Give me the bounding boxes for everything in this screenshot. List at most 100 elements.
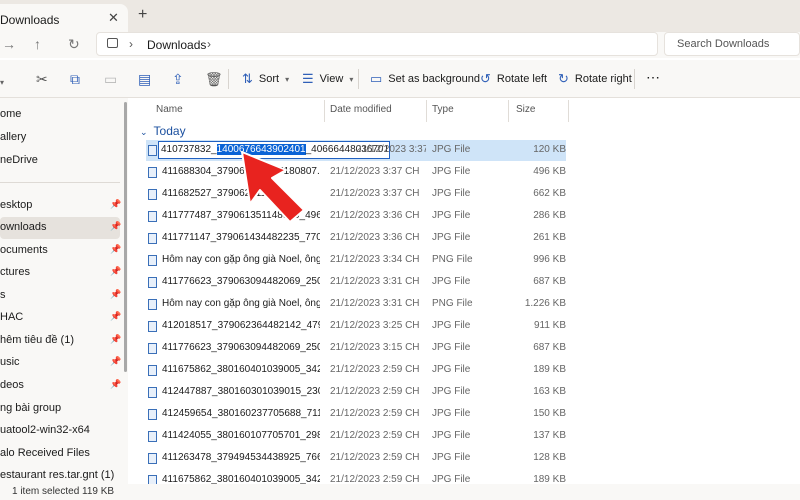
- set-as-background-label: Set as background: [388, 73, 481, 85]
- column-divider[interactable]: [324, 100, 325, 122]
- file-list: Name Date modified Type Size ⌄ Today 4107…: [130, 98, 800, 486]
- sidebar-item-label: s: [0, 289, 6, 301]
- sidebar-item-onedrive[interactable]: neDrive: [0, 150, 120, 172]
- name-cell: 411263478_379494534438925_7668276890...: [162, 452, 320, 463]
- share-icon[interactable]: ⇪: [172, 71, 184, 87]
- column-header-date[interactable]: Date modified: [330, 104, 392, 115]
- table-row[interactable]: 411675862_380160401039005_3427690810... …: [146, 360, 566, 381]
- red-arrow-annotation: [241, 151, 305, 223]
- table-row[interactable]: 412018517_379062364482142_4799702774... …: [146, 316, 566, 337]
- sidebar-item-s[interactable]: s 📌: [0, 285, 121, 307]
- sidebar-item-quatool[interactable]: uatool2-win32-x64: [0, 420, 120, 442]
- sidebar-item-group-posts[interactable]: ng bài group: [0, 398, 120, 420]
- table-row[interactable]: 412447887_380160301039015_2305590616... …: [146, 382, 566, 403]
- refresh-icon[interactable]: ↻: [68, 36, 80, 53]
- tab-bar: Downloads ✕ +: [0, 0, 800, 32]
- sidebar-item-documents[interactable]: ocuments 📌: [0, 240, 121, 262]
- cut-icon[interactable]: ✂: [36, 71, 48, 87]
- sidebar-item-label: HAC: [0, 311, 24, 323]
- sidebar-item-label: neDrive: [0, 154, 38, 166]
- sidebar-item-label: ctures: [0, 266, 30, 278]
- search-input[interactable]: Search Downloads: [677, 38, 769, 50]
- sidebar-item-videos[interactable]: deos 📌: [0, 375, 122, 397]
- new-tab-button[interactable]: +: [138, 6, 147, 24]
- rename-text-before: 410737832_: [161, 144, 217, 155]
- column-divider[interactable]: [508, 100, 509, 122]
- view-button[interactable]: ☰ View ▾: [302, 71, 353, 87]
- sidebar-item-gallery[interactable]: allery: [0, 127, 120, 149]
- sidebar-item-zalo-received[interactable]: alo Received Files: [0, 443, 120, 465]
- forward-icon[interactable]: →: [2, 36, 16, 52]
- breadcrumb-downloads[interactable]: Downloads: [147, 38, 206, 52]
- table-row[interactable]: 411777487_379061351148910_496... 21/12/2…: [146, 206, 566, 227]
- rename-icon[interactable]: ▤: [138, 71, 151, 87]
- column-header-name[interactable]: Name: [156, 104, 183, 115]
- table-row[interactable]: Hôm nay con gặp ông già Noel, ông vui ..…: [146, 294, 566, 315]
- size-cell: 128 KB: [533, 452, 566, 463]
- group-header-today[interactable]: ⌄ Today: [140, 124, 186, 138]
- size-cell: 150 KB: [533, 408, 566, 419]
- size-cell: 687 KB: [533, 342, 566, 353]
- date-cell: 21/12/2023 3:37 CH: [330, 188, 420, 199]
- name-cell: Hôm nay con gặp ông già Noel, ông vui ..…: [162, 298, 320, 309]
- sidebar-item-downloads[interactable]: ownloads 📌: [0, 217, 121, 239]
- name-cell: 412447887_380160301039015_2305590616...: [162, 386, 320, 397]
- sort-label: Sort: [258, 73, 280, 85]
- view-label: View: [319, 73, 344, 85]
- size-cell: 1.226 KB: [524, 298, 566, 309]
- name-cell: 412018517_379062364482142_4799702774...: [162, 320, 320, 331]
- up-icon[interactable]: ↑: [34, 36, 41, 52]
- pin-icon: 📌: [110, 334, 122, 344]
- date-cell: 21/12/2023 2:59 CH: [330, 452, 420, 463]
- table-row-selected[interactable]: 410737832_1400676643902401_4066644803670…: [146, 140, 566, 161]
- table-row[interactable]: 411263478_379494534438925_7668276890... …: [146, 448, 566, 469]
- close-icon[interactable]: ✕: [108, 10, 119, 26]
- table-row[interactable]: 411424055_380160107705701_2984757205... …: [146, 426, 566, 447]
- sidebar-scrollbar[interactable]: [124, 102, 127, 372]
- sort-button[interactable]: ⇅ Sort ▾: [242, 71, 289, 87]
- date-cell: 21/12/2023 3:37:04 CH: [356, 144, 426, 155]
- size-cell: 996 KB: [533, 254, 566, 265]
- size-cell: 189 KB: [533, 364, 566, 375]
- sidebar-item-pictures[interactable]: ctures 📌: [0, 262, 121, 284]
- image-file-icon: [148, 387, 157, 398]
- chevron-down-icon[interactable]: ▾: [0, 75, 4, 91]
- set-as-background-button[interactable]: ▭ Set as background: [370, 71, 480, 87]
- table-row[interactable]: Hôm nay con gặp ông già Noel, ông vui ..…: [146, 250, 566, 271]
- date-cell: 21/12/2023 3:36 CH: [330, 232, 420, 243]
- sidebar-item-desktop[interactable]: esktop 📌: [0, 195, 121, 217]
- pin-icon: 📌: [110, 379, 122, 389]
- image-file-icon: [148, 365, 157, 376]
- address-bar[interactable]: › Downloads ›: [96, 32, 658, 56]
- status-bar: 1 item selected 119 KB: [0, 484, 800, 500]
- table-row[interactable]: 412459654_380160237705688_7113576349... …: [146, 404, 566, 425]
- column-header-size[interactable]: Size: [516, 104, 535, 115]
- paste-icon[interactable]: ▭: [104, 71, 117, 87]
- rotate-right-button[interactable]: ↻ Rotate right: [558, 71, 632, 87]
- chevron-down-icon: ▾: [285, 74, 290, 84]
- column-divider[interactable]: [426, 100, 427, 122]
- table-row[interactable]: 411771147_379061434482235_7700613969... …: [146, 228, 566, 249]
- copy-icon[interactable]: ⧉: [70, 71, 80, 87]
- image-file-icon: [148, 343, 157, 354]
- image-file-icon: [148, 299, 157, 310]
- size-cell: 662 KB: [533, 188, 566, 199]
- sidebar-item-music[interactable]: usic 📌: [0, 352, 121, 374]
- column-divider[interactable]: [568, 100, 569, 122]
- delete-icon[interactable]: 🗑: [205, 71, 223, 87]
- column-header-type[interactable]: Type: [432, 104, 454, 115]
- tab-downloads[interactable]: Downloads ✕: [0, 4, 128, 32]
- rotate-left-button[interactable]: ↺ Rotate left: [480, 71, 547, 87]
- table-row[interactable]: 411776623_379063094482069_2503163102... …: [146, 272, 566, 293]
- table-row[interactable]: 411776623_379063094482069_2503163102... …: [146, 338, 566, 359]
- sidebar-item-hac[interactable]: HAC 📌: [0, 307, 121, 329]
- table-row[interactable]: 411688304_379062091877180807... 21/12/20…: [146, 162, 566, 183]
- search-box[interactable]: Search Downloads: [664, 32, 800, 56]
- rotate-left-icon: ↺: [480, 71, 491, 86]
- sidebar-item-home[interactable]: ome: [0, 104, 120, 126]
- sidebar-item-untitled[interactable]: hêm tiêu đề (1) 📌: [0, 330, 122, 352]
- sidebar-divider: [0, 182, 120, 183]
- more-options-icon[interactable]: ⋯: [646, 69, 660, 85]
- table-row[interactable]: 411682527_379062611... 21/12/2023 3:37 C…: [146, 184, 566, 205]
- name-cell: 411776623_379063094482069_2503163102...: [162, 276, 320, 287]
